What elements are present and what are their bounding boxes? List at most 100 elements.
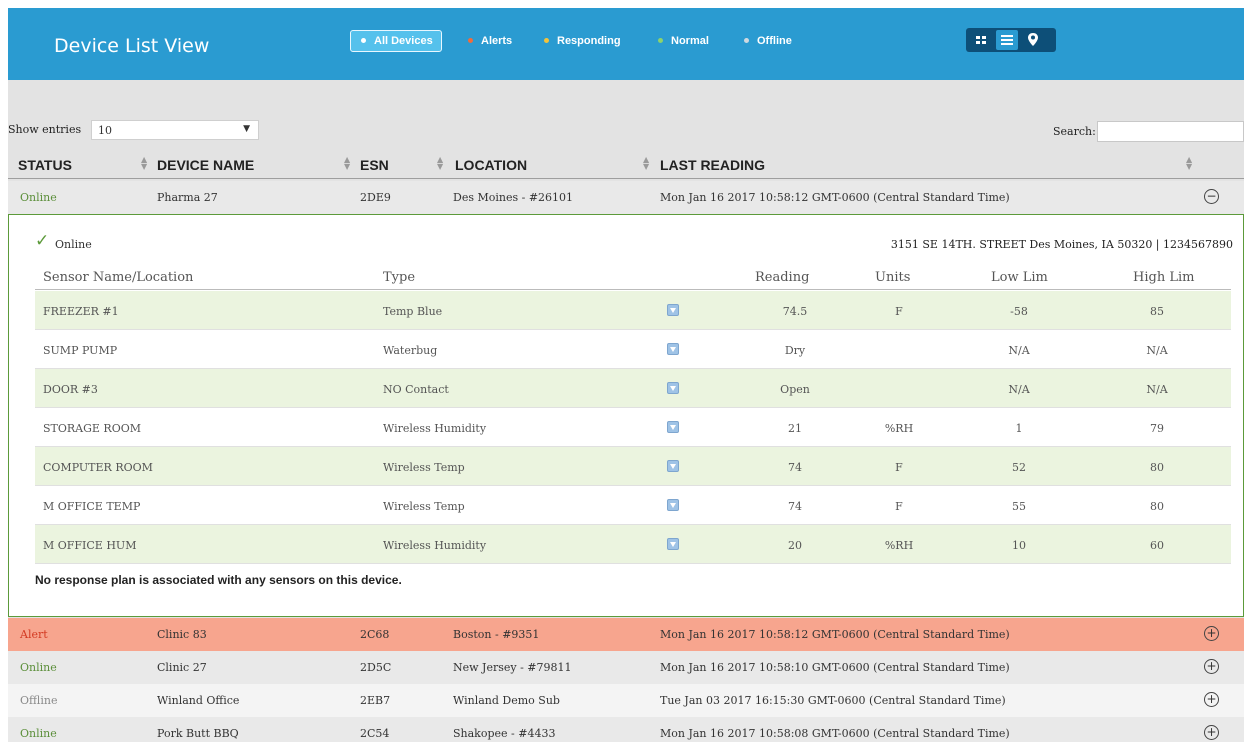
dropdown-icon[interactable] xyxy=(667,382,679,394)
table-row[interactable]: Online Pharma 27 2DE9 Des Moines - #2610… xyxy=(8,181,1244,214)
status-badge: Alert xyxy=(20,628,48,641)
device-location: Winland Demo Sub xyxy=(453,694,560,707)
response-plan-note: No response plan is associated with any … xyxy=(35,573,402,587)
sensor-high-lim: N/A xyxy=(1146,383,1168,396)
device-location: Des Moines - #26101 xyxy=(453,191,574,204)
expand-icon[interactable]: + xyxy=(1204,626,1219,641)
device-name: Clinic 83 xyxy=(157,628,207,641)
column-header-esn[interactable]: ESN xyxy=(360,157,389,173)
search-label: Search: xyxy=(1053,125,1096,138)
sensor-row: DOOR #3 NO Contact Open N/A N/A xyxy=(35,369,1231,408)
view-mode-toggle xyxy=(966,28,1056,52)
sensor-units: F xyxy=(895,500,903,513)
list-view-button[interactable] xyxy=(996,30,1018,50)
table-row[interactable]: Online Clinic 27 2D5C New Jersey - #7981… xyxy=(8,651,1244,684)
sensor-name: DOOR #3 xyxy=(43,383,98,396)
sensor-high-lim: 80 xyxy=(1150,461,1164,474)
dropdown-icon[interactable] xyxy=(667,343,679,355)
sensor-reading: 21 xyxy=(788,422,802,435)
sensor-low-lim: 10 xyxy=(1012,539,1026,552)
table-row[interactable]: Alert Clinic 83 2C68 Boston - #9351 Mon … xyxy=(8,618,1244,651)
collapse-icon[interactable]: − xyxy=(1204,189,1219,204)
dropdown-icon[interactable] xyxy=(667,421,679,433)
sort-icon[interactable]: ▲ ▼ xyxy=(437,156,443,171)
sensor-type: Temp Blue xyxy=(383,305,443,318)
grid-icon xyxy=(976,36,986,44)
sensor-units: F xyxy=(895,461,903,474)
entries-select[interactable]: 10 ▼ xyxy=(91,120,259,140)
last-reading: Mon Jan 16 2017 10:58:08 GMT-0600 (Centr… xyxy=(660,727,1010,740)
sensor-low-lim: 1 xyxy=(1015,422,1023,435)
sort-icon[interactable]: ▲ ▼ xyxy=(643,156,649,171)
last-reading: Mon Jan 16 2017 10:58:12 GMT-0600 (Centr… xyxy=(660,191,1010,204)
sensor-reading: 74 xyxy=(788,461,802,474)
sensor-header-reading: Reading xyxy=(755,270,810,285)
sensor-row: COMPUTER ROOM Wireless Temp 74 F 52 80 xyxy=(35,447,1231,486)
expand-icon[interactable]: + xyxy=(1204,659,1219,674)
filter-responding[interactable]: Responding xyxy=(534,30,629,52)
dropdown-icon[interactable] xyxy=(667,499,679,511)
sensor-high-lim: 60 xyxy=(1150,539,1164,552)
sort-icon[interactable]: ▲ ▼ xyxy=(141,156,147,171)
column-header-location[interactable]: LOCATION xyxy=(455,157,527,173)
sensor-type: Wireless Temp xyxy=(383,500,465,513)
sensor-header-low-lim: Low Lim xyxy=(991,270,1048,285)
sensor-name: FREEZER #1 xyxy=(43,305,119,318)
device-esn: 2C68 xyxy=(360,628,390,641)
device-name: Pharma 27 xyxy=(157,191,218,204)
sensor-row: SUMP PUMP Waterbug Dry N/A N/A xyxy=(35,330,1231,369)
sensor-units: %RH xyxy=(884,422,914,435)
sensor-name: COMPUTER ROOM xyxy=(43,461,153,474)
filter-normal[interactable]: Normal xyxy=(648,30,717,52)
sort-icon[interactable]: ▲ ▼ xyxy=(1186,156,1192,171)
sort-icon[interactable]: ▲ ▼ xyxy=(344,156,350,171)
sensor-reading: Dry xyxy=(784,344,806,357)
chevron-down-icon: ▼ xyxy=(243,124,250,134)
sensor-name: M OFFICE HUM xyxy=(43,539,137,552)
status-badge: Offline xyxy=(20,694,58,707)
expand-icon[interactable]: + xyxy=(1204,692,1219,707)
map-view-button[interactable] xyxy=(1022,30,1044,50)
grid-view-button[interactable] xyxy=(970,30,992,50)
status-badge: Online xyxy=(20,661,57,674)
sensor-high-lim: 79 xyxy=(1150,422,1164,435)
sensor-header-type: Type xyxy=(383,270,416,285)
sensor-high-lim: 80 xyxy=(1150,500,1164,513)
sensor-row: M OFFICE TEMP Wireless Temp 74 F 55 80 xyxy=(35,486,1231,525)
device-location: Shakopee - #4433 xyxy=(453,727,556,740)
filter-offline[interactable]: Offline xyxy=(734,30,800,52)
last-reading: Tue Jan 03 2017 16:15:30 GMT-0600 (Centr… xyxy=(660,694,1006,707)
filter-dot-icon xyxy=(361,37,366,43)
device-esn: 2DE9 xyxy=(360,191,391,204)
sensor-header-name: Sensor Name/Location xyxy=(43,270,194,285)
sensor-low-lim: N/A xyxy=(1008,344,1030,357)
dropdown-icon[interactable] xyxy=(667,304,679,316)
sensor-header-high-lim: High Lim xyxy=(1133,270,1195,285)
device-name: Winland Office xyxy=(157,694,240,707)
expand-icon[interactable]: + xyxy=(1204,725,1219,740)
sensor-reading: 20 xyxy=(788,539,802,552)
filter-dot-icon xyxy=(468,37,473,43)
filter-all-devices[interactable]: All Devices xyxy=(350,30,442,52)
sensor-units: %RH xyxy=(884,539,914,552)
sensor-type: Wireless Temp xyxy=(383,461,465,474)
dropdown-icon[interactable] xyxy=(667,538,679,550)
entries-value: 10 xyxy=(98,124,112,137)
sensor-reading: 74 xyxy=(788,500,802,513)
search-input[interactable] xyxy=(1097,121,1244,142)
sensor-low-lim: 52 xyxy=(1012,461,1026,474)
status-badge: Online xyxy=(20,191,57,204)
show-entries-label: Show entries xyxy=(8,123,82,136)
last-reading: Mon Jan 16 2017 10:58:12 GMT-0600 (Centr… xyxy=(660,628,1010,641)
header-divider xyxy=(8,178,1244,179)
column-header-last-reading[interactable]: LAST READING xyxy=(660,157,765,173)
table-row[interactable]: Offline Winland Office 2EB7 Winland Demo… xyxy=(8,684,1244,717)
filter-alerts[interactable]: Alerts xyxy=(458,30,520,52)
sensor-type: Waterbug xyxy=(383,344,438,357)
column-header-status[interactable]: STATUS xyxy=(18,157,72,173)
sensor-type: Wireless Humidity xyxy=(383,422,487,435)
table-row[interactable]: Online Pork Butt BBQ 2C54 Shakopee - #44… xyxy=(8,717,1244,742)
device-esn: 2C54 xyxy=(360,727,390,740)
dropdown-icon[interactable] xyxy=(667,460,679,472)
column-header-device-name[interactable]: DEVICE NAME xyxy=(157,157,254,173)
